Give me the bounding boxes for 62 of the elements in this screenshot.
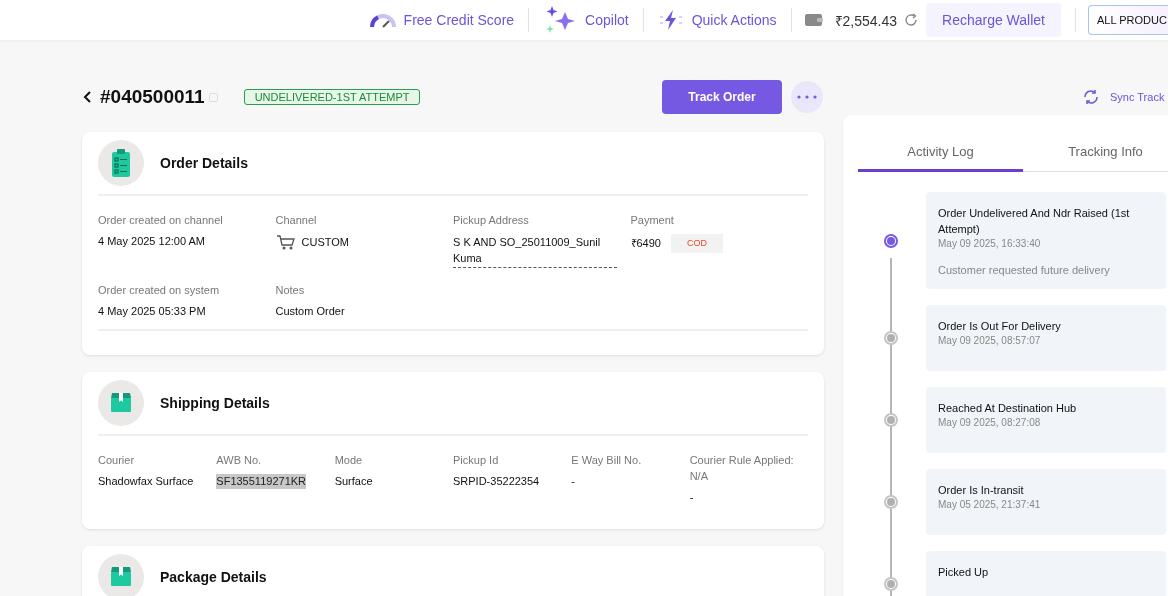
event-time: May 09 2025, 08:27:08: [938, 416, 1042, 430]
event-time: May 09 2025, 08:57:07: [938, 334, 1042, 348]
field-label: Courier Rule Applied: N/A: [689, 453, 795, 484]
box-icon: [110, 567, 132, 587]
top-bar-link[interactable]: Free Credit Score: [355, 12, 529, 28]
channel-name: CUSTOM: [301, 234, 349, 250]
status-badge: UNDELIVERED-1ST ATTEMPT: [243, 89, 421, 105]
event-title: Reached At Destination Hub: [938, 401, 1078, 416]
awb-number: SF1355119271KR: [216, 474, 307, 489]
event-title: Order Is In-transit: [938, 483, 1025, 498]
recharge-wallet-button[interactable]: Recharge Wallet: [926, 3, 1061, 37]
field-label: Channel: [275, 213, 318, 228]
field-label: Pickup Address: [453, 213, 530, 228]
payment-tag: COD: [671, 234, 723, 253]
event-time: May 05 2025, 21:37:41: [938, 498, 1042, 512]
field-label: Courier: [98, 453, 136, 468]
cart-icon: [275, 234, 296, 250]
field-value: -: [571, 474, 576, 489]
field-value: -: [689, 490, 695, 505]
field-label: AWB No.: [216, 453, 263, 468]
field-label: Notes: [275, 283, 306, 298]
field-label: Payment: [630, 213, 675, 228]
wallet-icon: [804, 13, 823, 27]
top-bar-link[interactable]: Copilot: [529, 6, 643, 34]
payment-amount: ₹6490: [630, 236, 661, 251]
field-value: Custom Order: [275, 304, 346, 319]
field-value: Shadowfax Surface: [98, 474, 195, 489]
field-value: 4 May 2025 05:33 PM: [98, 304, 207, 319]
sync-track-link[interactable]: Sync Track: [1110, 91, 1165, 103]
field-value: SRPID-35222354: [453, 474, 541, 489]
event-title: Order Is Out For Delivery: [938, 319, 1062, 334]
event-time: May 09 2025, 16:33:40: [938, 237, 1042, 251]
field-value: 4 May 2025 12:00 AM: [98, 234, 206, 249]
panel-tab[interactable]: Tracking Info: [1023, 115, 1168, 172]
field-value: Surface: [334, 474, 374, 489]
event-title: Picked Up: [938, 565, 990, 580]
more-icon: [797, 95, 817, 99]
wallet-balance: ₹2,554.43: [834, 11, 897, 30]
event-note: Customer requested future delivery: [938, 263, 1111, 277]
order-id: #040500011: [100, 86, 205, 108]
gauge-icon: [369, 12, 396, 28]
field-label: Mode: [334, 453, 364, 468]
more-button[interactable]: [791, 81, 823, 113]
event-title: Order Undelivered And Ndr Raised (1st Attempt): [938, 206, 1131, 237]
lightning-icon: [657, 9, 684, 31]
field-label: Order created on channel: [98, 213, 224, 228]
field-label: Pickup Id: [453, 453, 500, 468]
box-icon: [110, 393, 132, 413]
field-label: Order created on system: [98, 283, 221, 298]
refresh-icon[interactable]: [904, 13, 918, 27]
card-title: Shipping Details: [160, 395, 270, 411]
panel-tab[interactable]: Activity Log: [858, 115, 1023, 172]
top-bar-link[interactable]: Quick Actions: [643, 9, 791, 31]
card-title: Order Details: [160, 155, 248, 171]
sync-icon[interactable]: [1082, 88, 1100, 106]
products-button[interactable]: ALL PRODUC: [1088, 5, 1168, 35]
clipboard-icon: [111, 148, 131, 178]
card-title: Package Details: [160, 569, 267, 585]
pickup-address: S K AND SO_25011009_Sunil Kuma: [453, 234, 617, 268]
back-icon[interactable]: [82, 91, 92, 103]
field-label: E Way Bill No.: [571, 453, 643, 468]
track-order-button[interactable]: Track Order: [662, 80, 782, 114]
